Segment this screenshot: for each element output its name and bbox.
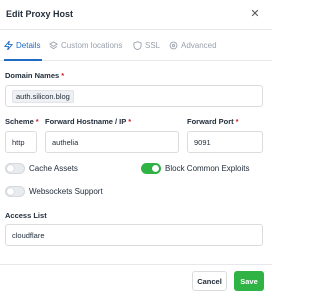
tab-advanced[interactable]: Advanced [169,30,217,61]
websockets-label: Websockets Support [29,187,103,196]
forward-port-input[interactable]: 9091 [187,131,263,153]
dialog-title: Edit Proxy Host [6,9,74,19]
dialog-footer [0,264,272,300]
cache-assets-label: Cache Assets [29,164,78,173]
lightning-icon [4,41,13,50]
cancel-button[interactable]: Cancel [192,271,227,291]
active-tab-indicator [4,59,42,61]
settings-icon [169,41,178,50]
forward-host-input[interactable]: authelia [45,131,179,153]
block-exploits-label: Block Common Exploits [165,164,250,173]
tab-bar: Details Custom locations SSL Advanced [0,30,272,61]
tab-label: Custom locations [61,41,123,50]
domain-names-input[interactable]: auth.silicon.blog [5,85,263,107]
websockets-toggle[interactable] [5,186,25,197]
tab-custom-locations[interactable]: Custom locations [49,30,122,61]
access-list-label: Access List [5,211,47,220]
access-list-select[interactable]: cloudflare [5,224,263,246]
access-list-value: cloudflare [12,230,45,240]
scheme-value: http [12,137,25,147]
close-icon[interactable]: ✕ [248,7,262,21]
tab-label: Details [16,41,41,50]
toggle-knob [7,188,14,195]
forward-port-label: Forward Port * [187,117,239,126]
toggle-knob [7,165,14,172]
tab-label: Advanced [181,41,217,50]
forward-port-value: 9091 [194,137,211,147]
scheme-select[interactable]: http [5,131,37,153]
layers-icon [49,41,58,50]
cache-assets-toggle[interactable] [5,163,25,174]
dialog-header: Edit Proxy Host ✕ [0,0,272,30]
forward-host-label: Forward Hostname / IP * [45,117,132,126]
tab-ssl[interactable]: SSL [133,30,160,61]
domain-names-label: Domain Names * [5,71,65,80]
tab-label: SSL [145,41,161,50]
scheme-label: Scheme * [5,117,39,126]
shield-icon [133,41,142,50]
forward-host-value: authelia [52,137,79,147]
toggle-knob [152,165,159,172]
block-exploits-toggle[interactable] [141,163,161,174]
tab-details[interactable]: Details [4,30,40,61]
domain-chip[interactable]: auth.silicon.blog [12,89,74,103]
save-button[interactable]: Save [234,271,264,291]
